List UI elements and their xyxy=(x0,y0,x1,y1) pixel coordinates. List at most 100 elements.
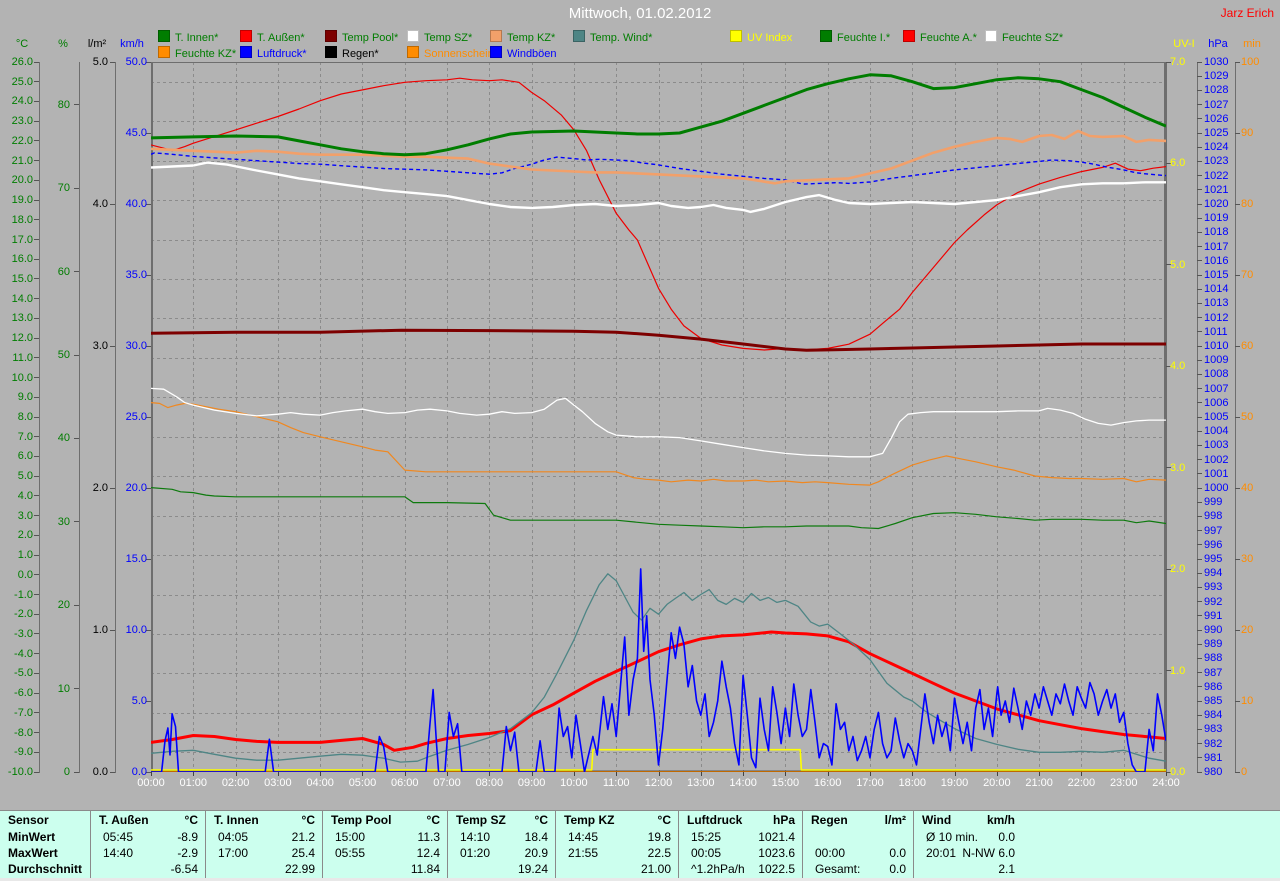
legend-item-luftdruck[interactable]: Luftdruck* xyxy=(240,46,307,60)
table-sensor-name: Luftdruck xyxy=(687,813,743,827)
x-axis-tick xyxy=(954,772,956,776)
axis-tick-label: 991 xyxy=(1204,609,1223,622)
axis-tick xyxy=(1197,558,1202,560)
series-temppool xyxy=(151,328,1166,352)
x-axis-label: 22:00 xyxy=(1067,777,1096,789)
table-cell-value: 21.2 xyxy=(291,830,315,844)
axis-tick-label: 985 xyxy=(1204,695,1223,707)
axis-tick-label: 4.0 xyxy=(92,198,108,210)
axis-tick-label: -10.0 xyxy=(7,766,33,778)
axis-tick xyxy=(34,357,39,359)
legend-swatch-icon xyxy=(240,46,252,58)
axis-tick-label: 1019 xyxy=(1204,212,1229,225)
axis-tick-label: 50 xyxy=(57,349,70,362)
table-sensor-unit: °C xyxy=(184,813,198,827)
axis-tick-label: 10 xyxy=(1241,695,1254,707)
axis-tick-label: 1027 xyxy=(1204,98,1229,111)
table-row xyxy=(803,829,914,845)
axis-tick-label: -1.0 xyxy=(14,588,33,601)
legend-label: Luftdruck* xyxy=(257,48,307,60)
legend-item-temppool[interactable]: Temp Pool* xyxy=(325,30,398,44)
x-axis-tick xyxy=(743,772,745,776)
table-cell-time: 14:40 xyxy=(103,846,134,860)
axis-tick-label: 1015 xyxy=(1204,269,1229,281)
legend-item-feuchtekz[interactable]: Feuchte KZ* xyxy=(158,46,236,60)
axis-tick-label: 1012 xyxy=(1204,311,1229,324)
axis-tick-label: 50 xyxy=(1241,411,1254,423)
legend-item-windben[interactable]: Windböen xyxy=(490,46,557,60)
x-axis-label: 13:00 xyxy=(687,777,715,789)
axis-tick-label: 0 xyxy=(63,766,70,778)
axis-tick-label: 60 xyxy=(1241,340,1254,352)
axis-tick xyxy=(110,629,115,631)
axis-tick-label: 993 xyxy=(1204,581,1223,594)
x-axis-label: 18:00 xyxy=(898,777,927,789)
x-axis-tick xyxy=(658,772,660,776)
x-axis-tick xyxy=(785,772,787,776)
axis-tick xyxy=(74,437,79,439)
table-row: 00:05 1023.6 xyxy=(679,845,803,861)
axis-tick xyxy=(74,104,79,106)
axis-tick xyxy=(34,219,39,221)
legend-item-sonnenschein[interactable]: Sonnenschein xyxy=(407,46,494,60)
axis-tick-label: 987 xyxy=(1204,666,1223,679)
axis-tick-label: 1000 xyxy=(1204,482,1229,494)
axis-tick xyxy=(1197,487,1202,489)
legend-item-feuchtesz[interactable]: Feuchte SZ* xyxy=(985,30,1063,44)
legend-item-feuchtea[interactable]: Feuchte A.* xyxy=(903,30,977,44)
x-axis-label: 23:00 xyxy=(1109,777,1138,789)
table-cell-value: N-NW 6.0 xyxy=(962,846,1015,860)
table-sensor-unit: l/m² xyxy=(884,813,906,827)
axis-tick-label: 1023 xyxy=(1204,155,1229,168)
x-axis-tick xyxy=(1166,772,1167,776)
x-axis-tick xyxy=(404,772,406,776)
axis-tick xyxy=(1197,146,1202,148)
axis-tick-label: 4.0 xyxy=(17,489,33,502)
legend-item-feuchtei[interactable]: Feuchte I.* xyxy=(820,30,890,44)
axis-tick xyxy=(1197,444,1202,446)
axis-line xyxy=(1166,62,1167,773)
axis-tick xyxy=(1197,203,1202,205)
legend-item-tempkz[interactable]: Temp KZ* xyxy=(490,30,556,44)
axis-tick-label: 10.0 xyxy=(11,371,33,384)
axis-tick-label: 35.0 xyxy=(125,269,147,281)
legend-item-regen[interactable]: Regen* xyxy=(325,46,379,60)
table-sensor-unit: °C xyxy=(426,813,440,827)
table-row: 19.24 xyxy=(448,861,556,877)
table-cell-value: 12.4 xyxy=(416,846,440,860)
axis-tick-label: 17.0 xyxy=(11,233,33,246)
axis-tick-label: -2.0 xyxy=(14,608,33,621)
axis-tick-label: 1026 xyxy=(1204,112,1229,125)
table-group-header: T. Außen °C xyxy=(91,812,206,828)
legend-item-tauen[interactable]: T. Außen* xyxy=(240,30,305,44)
table-group-header: Wind km/h xyxy=(914,812,1023,828)
legend-item-tempwind[interactable]: Temp. Wind* xyxy=(573,30,652,44)
axis-tick-label: 7.0 xyxy=(1170,56,1186,68)
x-axis-label: 19:00 xyxy=(940,777,969,789)
table-cell-value: 22.5 xyxy=(647,846,671,860)
legend-label: Feuchte A.* xyxy=(920,32,977,44)
x-axis-label: 04:00 xyxy=(306,777,334,789)
axis-tick-label: 1030 xyxy=(1204,56,1229,68)
legend-label: Sonnenschein xyxy=(424,48,494,60)
axis-tick-label: 80 xyxy=(57,98,70,111)
legend-swatch-icon xyxy=(325,30,337,42)
table-sensor-name: T. Innen xyxy=(214,813,259,827)
axis-tick xyxy=(1197,288,1202,290)
legend-label: Temp KZ* xyxy=(507,32,556,44)
legend-item-tinnen[interactable]: T. Innen* xyxy=(158,30,218,44)
axis-line xyxy=(1235,62,1236,773)
table-cell-time: 05:45 xyxy=(103,830,134,844)
legend-swatch-icon xyxy=(820,30,832,42)
legend-item-tempsz[interactable]: Temp SZ* xyxy=(407,30,472,44)
axis-tick-label: 20.0 xyxy=(125,482,147,494)
axis-tick xyxy=(34,574,39,576)
axis-tick xyxy=(34,61,39,63)
axis-tick-label: 26.0 xyxy=(11,56,33,68)
table-sensor-name: Wind xyxy=(922,813,952,827)
table-cell-value: 19.8 xyxy=(647,830,671,844)
legend-item-uvindex[interactable]: UV Index xyxy=(730,30,792,44)
axis-tick-label: 986 xyxy=(1204,680,1223,693)
axis-header-: % xyxy=(58,38,68,50)
table-group-header: Temp SZ °C xyxy=(448,812,556,828)
